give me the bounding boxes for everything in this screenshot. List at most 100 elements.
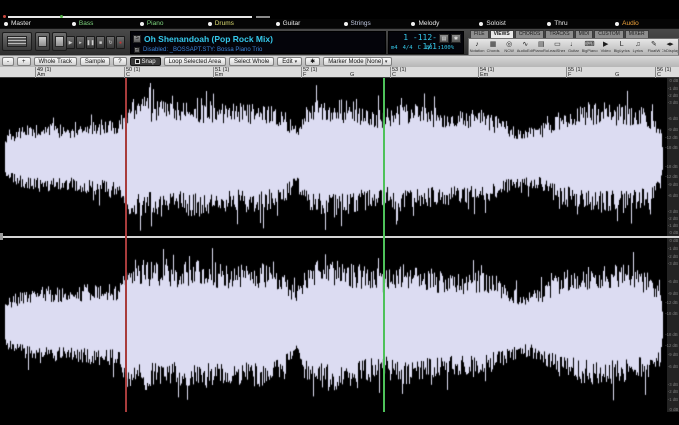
db-label: -12 dB <box>665 137 678 141</box>
track-tab-soloist[interactable]: Soloist <box>475 20 543 28</box>
save-song-button[interactable] <box>52 32 67 51</box>
bar-ruler[interactable]: 49 (1)Am50 (1)C51 (1)Em52 (1)F53 (1)C54 … <box>0 67 679 78</box>
zoom-out-button[interactable]: - <box>2 57 14 66</box>
track-selector-bar: Master Bass PianoDrums Guitar Strings Melody S… <box>0 19 679 28</box>
song-title-panel[interactable]: S Oh Shenandoah (Pop Rock Mix) S Disable… <box>130 31 386 54</box>
ribbon-icon-label: Notation <box>470 49 485 53</box>
floatw-button[interactable]: ✎FloatW <box>646 39 662 55</box>
pianoroll-button[interactable]: ▤PianoRoll <box>533 39 549 55</box>
ribbon-icon-label: LeadSheet <box>549 49 565 53</box>
track-radio-icon <box>479 22 483 26</box>
ribbon-tab-mixer[interactable]: MIXER <box>625 30 649 38</box>
bar-tick <box>124 67 125 78</box>
audioedit-button[interactable]: ∿AudioEdit <box>517 39 533 55</box>
db-label: -18 dB <box>665 334 678 338</box>
record-button[interactable]: ● <box>116 36 125 49</box>
play-from-button[interactable]: ▸ <box>76 36 85 49</box>
whole-track-button[interactable]: Whole Track <box>34 57 77 66</box>
audio-edit-toolbar: -+Whole TrackSample? SnapLoop Selected Ar… <box>0 55 679 67</box>
ribbon-tab-chords[interactable]: CHORDS <box>515 30 545 38</box>
open-song-button[interactable] <box>35 32 50 51</box>
track-tab-melody[interactable]: Melody <box>407 20 475 28</box>
db-label: -1 dB <box>668 87 678 91</box>
db-label: -6 dB <box>668 280 678 284</box>
db-label: -12 dB <box>665 302 678 306</box>
ribbon-tab-custom[interactable]: CUSTOM <box>594 30 624 38</box>
pause-button[interactable]: ❚❚ <box>86 36 95 49</box>
db-label: -3 dB <box>668 210 678 214</box>
mixer-grid-button[interactable] <box>2 32 32 51</box>
track-tab-strings[interactable]: Strings <box>340 20 408 28</box>
db-label: -1 dB <box>668 247 678 251</box>
guitar-button[interactable]: ♩Guitar <box>565 39 581 55</box>
track-radio-icon <box>344 22 348 26</box>
track-tab-audio[interactable]: Audio <box>611 20 679 28</box>
db-label: -12 dB <box>665 344 678 348</box>
play-button[interactable]: ▶ <box>66 36 75 49</box>
track-radio-icon <box>72 22 76 26</box>
sample-button[interactable]: Sample <box>80 57 110 66</box>
zoom-in-button[interactable]: + <box>17 57 31 66</box>
track-tab-label: Guitar <box>283 20 301 28</box>
video-button[interactable]: ▶Video <box>598 39 614 55</box>
db-label: -18 dB <box>665 312 678 316</box>
bigpiano-button[interactable]: ⌨BigPiano <box>582 39 598 55</box>
db-label: -3 dB <box>668 101 678 105</box>
track-tab-bass[interactable]: Bass <box>68 20 136 28</box>
close-window-icon[interactable] <box>3 15 6 18</box>
dropdown-arrow-icon: ▾ <box>385 59 388 65</box>
lyrics-button[interactable]: ♫Lyrics <box>630 39 646 55</box>
marker-mode-button[interactable]: Marker Mode [None]▾ <box>323 57 392 66</box>
ribbon-tab-file[interactable]: FILE <box>470 30 489 38</box>
track-tab-label: Master <box>11 20 31 28</box>
leadsheet-button[interactable]: ▭LeadSheet <box>549 39 565 55</box>
track-tab-master[interactable]: Master <box>0 20 68 28</box>
biglyrics-button[interactable]: LBigLyrics <box>614 39 630 55</box>
chdisplay-button[interactable]: ◂▸ChDisplay <box>662 39 678 55</box>
waveform-canvas[interactable] <box>0 78 666 412</box>
settings-gear-button[interactable]: ✱ <box>451 34 461 43</box>
ribbon-tab-midi[interactable]: MIDI <box>575 30 594 38</box>
track-tab-piano[interactable]: Piano <box>136 20 204 28</box>
playback-position-line <box>125 78 127 412</box>
ribbon-tab-views[interactable]: VIEWS <box>490 30 514 38</box>
chords-button[interactable]: ▦Chords <box>485 39 501 55</box>
loop-selected-area-button[interactable]: Loop Selected Area <box>164 57 226 66</box>
transport-controls: ▶▸❚❚■↻● <box>66 36 125 49</box>
stop-button[interactable]: ■ <box>96 36 105 49</box>
help-button[interactable]: ? <box>113 57 126 66</box>
bar-tick <box>35 67 36 78</box>
zoom-window-icon[interactable] <box>60 15 63 18</box>
track-radio-icon <box>4 22 8 26</box>
bar-tick <box>213 67 214 78</box>
loop-button[interactable]: ↻ <box>106 36 115 49</box>
db-label: -12 dB <box>665 175 678 179</box>
notation-button[interactable]: ♪Notation <box>469 39 485 55</box>
ncw-button[interactable]: ◎NCW <box>501 39 517 55</box>
settings-button[interactable]: ✱ <box>305 57 320 66</box>
track-tab-label: Bass <box>79 20 93 28</box>
bar-tick <box>390 67 391 78</box>
status-token: 4/4 <box>403 45 413 51</box>
ribbon-tab-tracks[interactable]: TRACKS <box>545 30 573 38</box>
lock-button[interactable]: ▤ <box>439 34 449 43</box>
snap-toggle[interactable]: Snap <box>130 57 161 66</box>
channel-divider <box>0 236 679 238</box>
track-tab-label: Melody <box>418 20 439 28</box>
ribbon-icon-label: Video <box>601 49 611 53</box>
select-whole-button[interactable]: Select Whole <box>229 57 274 66</box>
bar-tempo-chorus-panel: 1 -112- 1/1 ▤ ✱ m44/4C88↕100% <box>388 31 464 54</box>
bar-tick <box>566 67 567 78</box>
waveform-area: 0 dB0 dB-1 dB-1 dB-2 dB-2 dB-3 dB-3 dB-6… <box>0 78 679 412</box>
db-label: 0 dB <box>669 79 678 83</box>
window-title-fragment <box>256 16 270 18</box>
track-tab-thru[interactable]: Thru <box>543 20 611 28</box>
ribbon-tab-bar: FILEVIEWSCHORDSTRACKSMIDICUSTOMMIXER <box>470 30 649 38</box>
db-label: -6 dB <box>668 365 678 369</box>
db-label: 0 dB <box>669 408 678 412</box>
track-tab-guitar[interactable]: Guitar <box>272 20 340 28</box>
track-tab-label: Audio <box>622 20 639 28</box>
track-tab-drums[interactable]: Drums <box>204 20 272 28</box>
db-label: -18 dB <box>665 166 678 170</box>
edit-menu-button[interactable]: Edit▾ <box>277 57 302 66</box>
